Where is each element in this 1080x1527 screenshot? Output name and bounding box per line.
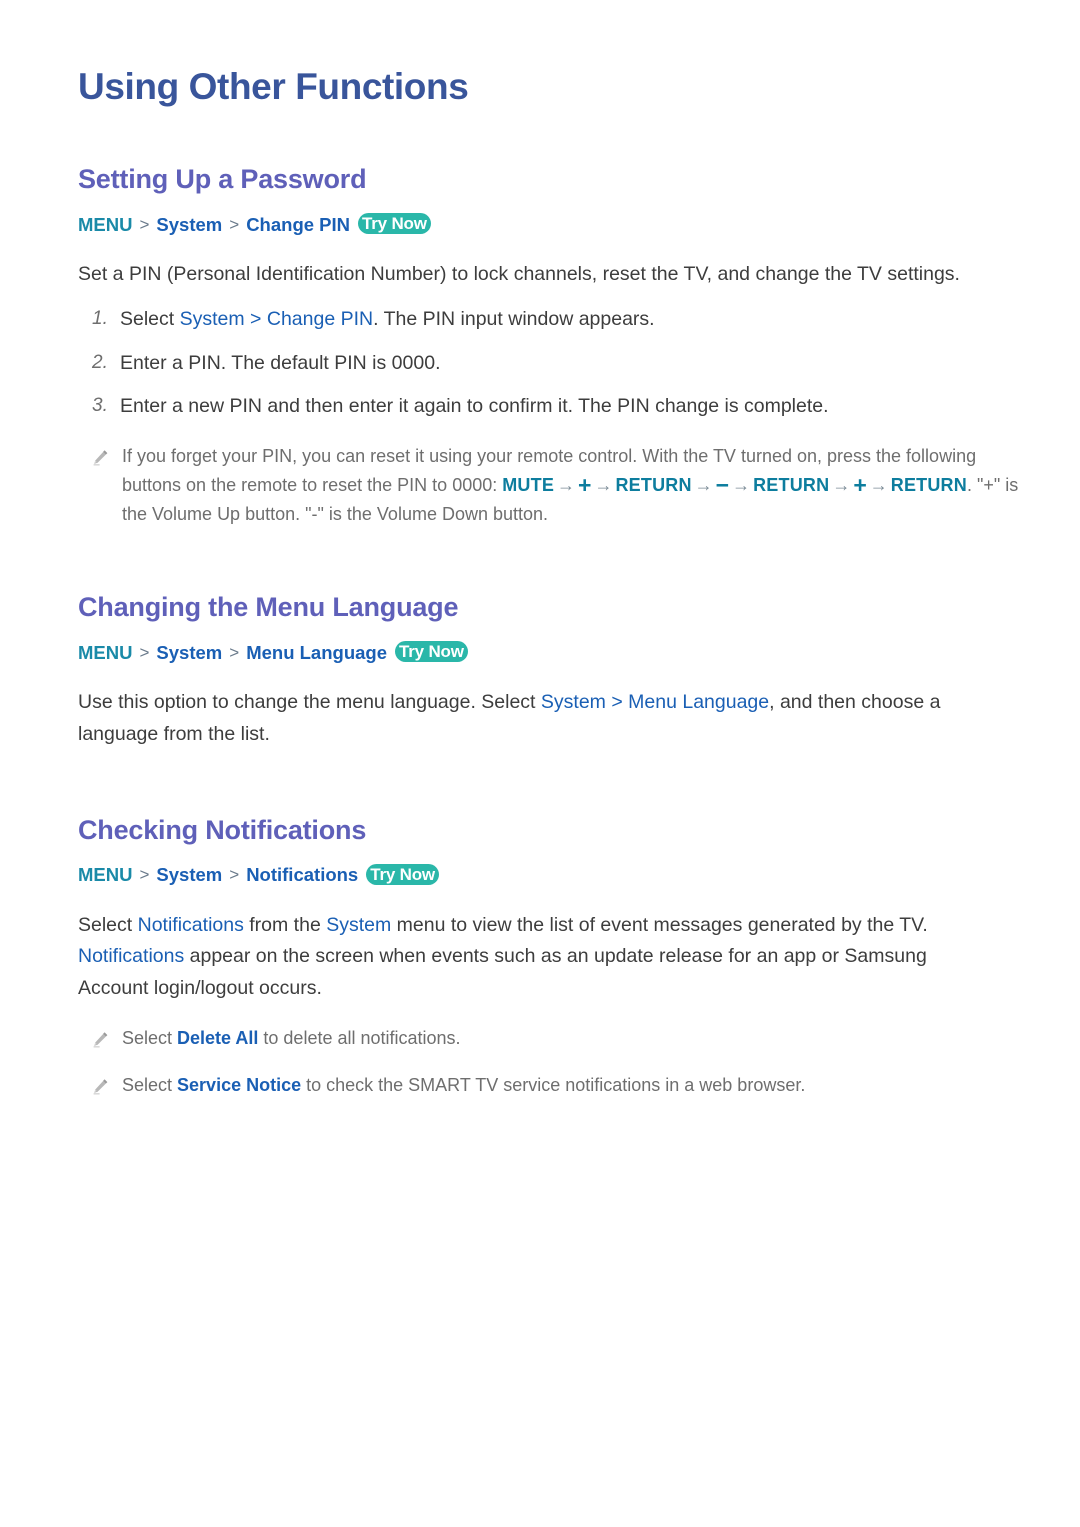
list-item: 2. Enter a PIN. The default PIN is 0000. (78, 348, 1020, 379)
body-pre: Use this option to change the menu langu… (78, 690, 541, 713)
step-text: Enter a new PIN and then enter it again … (120, 394, 829, 417)
breadcrumb-separator: > (229, 865, 240, 885)
breadcrumb-item-system[interactable]: System (156, 213, 222, 237)
arrow-icon: → (832, 475, 851, 496)
list-item: 1. Select System > Change PIN. The PIN i… (78, 304, 1020, 335)
page-title: Using Other Functions (78, 66, 469, 107)
breadcrumb-item-system[interactable]: System (156, 641, 222, 665)
breadcrumb: MENU > System > Notifications Try Now (78, 863, 1020, 887)
breadcrumb-separator: > (229, 642, 240, 662)
volume-up-symbol: + (578, 472, 592, 499)
section-changing-the-menu-language: Changing the Menu Language MENU > System… (60, 591, 1020, 750)
step-number: 2. (92, 351, 108, 373)
step-number: 3. (92, 394, 108, 416)
step-text: Enter a PIN. The default PIN is 0000. (120, 351, 441, 374)
breadcrumb: MENU > System > Change PIN Try Now (78, 213, 1020, 237)
note-item: Select Service Notice to check the SMART… (78, 1071, 1020, 1104)
breadcrumb-item-menu-language[interactable]: Menu Language (246, 641, 387, 665)
volume-up-symbol: + (853, 472, 867, 499)
try-now-button[interactable]: Try Now (366, 863, 439, 885)
breadcrumb-menu: MENU (78, 213, 133, 235)
step-text: Select System > Change PIN. The PIN inpu… (120, 304, 1020, 335)
arrow-icon: → (732, 475, 751, 496)
breadcrumb-menu: MENU (78, 864, 133, 886)
note-text: Select Service Notice to check the SMART… (122, 1071, 1020, 1104)
pencil-icon (78, 1024, 122, 1057)
keyword-delete-all[interactable]: Delete All (177, 1028, 258, 1048)
note-pre: Select (122, 1028, 178, 1049)
section-heading: Setting Up a Password (78, 164, 367, 195)
keyword-service-notice[interactable]: Service Notice (177, 1075, 301, 1095)
breadcrumb-item-system[interactable]: System (156, 863, 222, 887)
body-pre: Select (78, 913, 138, 936)
button-token-return-1: RETURN (615, 475, 692, 496)
button-token-return-2: RETURN (753, 475, 830, 496)
keyword-menu-language[interactable]: Menu Language (628, 691, 769, 713)
try-now-button[interactable]: Try Now (358, 213, 431, 235)
note-post: to check the SMART TV service notificati… (301, 1075, 806, 1096)
breadcrumb-separator: > (139, 642, 150, 662)
note-text: Select Delete All to delete all notifica… (122, 1024, 1020, 1057)
body-mid2: menu to view the list of event messages … (391, 913, 928, 936)
body-mid: from the (243, 913, 327, 936)
arrow-icon: → (869, 475, 888, 496)
section-checking-notifications: Checking Notifications MENU > System > N… (60, 814, 1020, 1104)
keyword-system[interactable]: System (326, 914, 391, 936)
step-number: 1. (92, 308, 108, 330)
keyword-notifications-2[interactable]: Notifications (78, 945, 184, 967)
intro-paragraph: Set a PIN (Personal Identification Numbe… (78, 262, 960, 285)
notes-group: Select Delete All to delete all notifica… (78, 1024, 1020, 1104)
note-pre: Select (122, 1075, 178, 1096)
breadcrumb-menu: MENU (78, 641, 133, 663)
arrow-icon: → (594, 475, 613, 496)
document-page: Using Other Functions Setting Up a Passw… (0, 0, 1080, 1527)
note-item: Select Delete All to delete all notifica… (78, 1024, 1020, 1057)
body-paragraph: Use this option to change the menu langu… (78, 687, 998, 750)
keyword-notifications[interactable]: Notifications (138, 914, 244, 936)
note-post: to delete all notifications. (258, 1028, 461, 1049)
body-paragraph: Select Notifications from the System men… (78, 910, 998, 1005)
note-item: If you forget your PIN, you can reset it… (78, 442, 1020, 529)
section-heading: Changing the Menu Language (78, 592, 459, 623)
pencil-icon (78, 1071, 122, 1104)
pencil-icon (78, 442, 122, 529)
breadcrumb-separator: > (139, 214, 150, 234)
breadcrumb-item-notifications[interactable]: Notifications (246, 863, 358, 887)
section-heading: Checking Notifications (78, 815, 367, 846)
button-token-return-3: RETURN (890, 475, 967, 496)
notes-group: If you forget your PIN, you can reset it… (78, 442, 1020, 529)
step-text-post: . The PIN input window appears. (373, 308, 655, 331)
note-text: If you forget your PIN, you can reset it… (122, 442, 1020, 529)
body-post: appear on the screen when events such as… (78, 945, 927, 999)
keyword-system[interactable]: System (541, 691, 606, 713)
breadcrumb: MENU > System > Menu Language Try Now (78, 641, 1020, 665)
step-separator: > (244, 308, 267, 331)
arrow-icon: → (694, 475, 713, 496)
breadcrumb-separator: > (229, 214, 240, 234)
section-setting-up-a-password: Setting Up a Password MENU > System > Ch… (60, 163, 1020, 529)
try-now-button[interactable]: Try Now (395, 641, 468, 663)
arrow-icon: → (557, 475, 576, 496)
keyword-change-pin[interactable]: Change PIN (267, 308, 373, 330)
step-text-pre: Select (120, 308, 180, 331)
body-separator: > (605, 690, 629, 713)
button-token-mute: MUTE (502, 475, 555, 496)
keyword-system[interactable]: System (180, 308, 245, 330)
list-item: 3. Enter a new PIN and then enter it aga… (78, 391, 1020, 422)
breadcrumb-item-change-pin[interactable]: Change PIN (246, 213, 350, 237)
ordered-steps-list: 1. Select System > Change PIN. The PIN i… (78, 304, 1020, 422)
volume-down-symbol: − (715, 472, 730, 499)
breadcrumb-separator: > (139, 865, 150, 885)
